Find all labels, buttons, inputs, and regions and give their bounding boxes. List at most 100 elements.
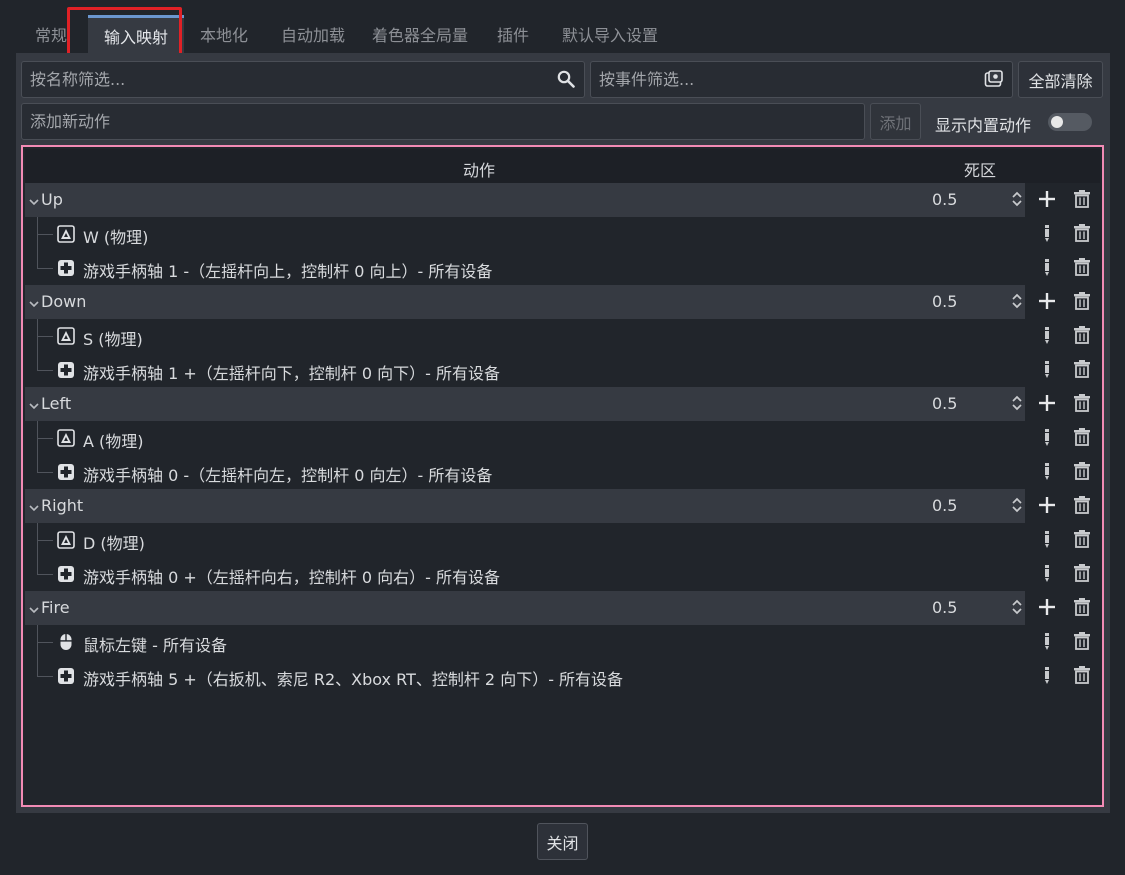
tab-plugins[interactable]: 插件 — [488, 15, 538, 53]
trash-icon[interactable] — [1072, 563, 1092, 587]
trash-icon[interactable] — [1072, 461, 1092, 485]
action-name: Right — [41, 496, 84, 515]
trash-icon[interactable] — [1072, 665, 1092, 689]
action-row[interactable]: Down 0.5 — [25, 285, 1100, 319]
tab-input-map[interactable]: 输入映射 — [88, 15, 184, 53]
event-row[interactable]: 游戏手柄轴 0 +（左摇杆向右，控制杆 0 向右）- 所有设备 — [25, 557, 1100, 591]
event-row[interactable]: 游戏手柄轴 1 -（左摇杆向上，控制杆 0 向上）- 所有设备 — [25, 251, 1100, 285]
trash-icon[interactable] — [1072, 257, 1092, 281]
joypad-icon — [57, 667, 75, 689]
spinner-icon[interactable] — [1011, 496, 1023, 518]
action-name: Fire — [41, 598, 70, 617]
event-row[interactable]: S (物理) — [25, 319, 1100, 353]
deadzone-value[interactable]: 0.5 — [932, 394, 957, 413]
pencil-icon[interactable] — [1037, 427, 1057, 451]
pencil-icon[interactable] — [1037, 359, 1057, 383]
event-label: S (物理) — [83, 330, 143, 349]
trash-icon[interactable] — [1072, 427, 1092, 451]
action-row[interactable]: Up 0.5 — [25, 183, 1100, 217]
trash-icon[interactable] — [1072, 223, 1092, 247]
event-label: 游戏手柄轴 0 +（左摇杆向右，控制杆 0 向右）- 所有设备 — [83, 568, 500, 587]
close-button[interactable]: 关闭 — [537, 823, 588, 860]
event-label: W (物理) — [83, 228, 149, 247]
action-row[interactable]: Right 0.5 — [25, 489, 1100, 523]
name-filter-input[interactable] — [30, 70, 576, 89]
tab-autoload[interactable]: 自动加载 — [268, 15, 358, 53]
deadzone-value[interactable]: 0.5 — [932, 190, 957, 209]
pencil-icon[interactable] — [1037, 223, 1057, 247]
event-label: 游戏手柄轴 1 -（左摇杆向上，控制杆 0 向上）- 所有设备 — [83, 262, 493, 281]
event-label: D (物理) — [83, 534, 145, 553]
joypad-icon — [57, 259, 75, 281]
tab-general[interactable]: 常规 — [20, 15, 82, 53]
search-icon[interactable] — [556, 69, 576, 89]
event-label: A (物理) — [83, 432, 144, 451]
new-action-input[interactable] — [30, 112, 856, 131]
pencil-icon[interactable] — [1037, 563, 1057, 587]
event-filter-input[interactable] — [599, 70, 1004, 89]
keyboard-icon — [57, 429, 75, 451]
trash-icon[interactable] — [1072, 291, 1092, 315]
action-row-background — [25, 285, 1025, 319]
trash-icon[interactable] — [1072, 597, 1092, 621]
action-name: Up — [41, 190, 63, 209]
tree-branch-line — [37, 421, 53, 455]
pencil-icon[interactable] — [1037, 665, 1057, 689]
deadzone-value[interactable]: 0.5 — [932, 598, 957, 617]
action-row[interactable]: Fire 0.5 — [25, 591, 1100, 625]
event-row[interactable]: A (物理) — [25, 421, 1100, 455]
spinner-icon[interactable] — [1011, 394, 1023, 416]
chevron-down-icon[interactable] — [29, 192, 39, 210]
tree-branch-line — [37, 557, 53, 575]
event-row[interactable]: W (物理) — [25, 217, 1100, 251]
tab-import-defaults[interactable]: 默认导入设置 — [548, 15, 672, 53]
event-row[interactable]: 鼠标左键 - 所有设备 — [25, 625, 1100, 659]
clear-all-button[interactable]: 全部清除 — [1018, 61, 1103, 98]
joypad-icon — [57, 463, 75, 485]
add-event-icon[interactable] — [1037, 597, 1057, 621]
add-event-icon[interactable] — [1037, 291, 1057, 315]
event-listen-icon[interactable] — [983, 69, 1005, 89]
trash-icon[interactable] — [1072, 631, 1092, 655]
trash-icon[interactable] — [1072, 189, 1092, 213]
trash-icon[interactable] — [1072, 359, 1092, 383]
spinner-icon[interactable] — [1011, 598, 1023, 620]
event-row[interactable]: D (物理) — [25, 523, 1100, 557]
action-name: Left — [41, 394, 72, 413]
pencil-icon[interactable] — [1037, 257, 1057, 281]
add-event-icon[interactable] — [1037, 393, 1057, 417]
pencil-icon[interactable] — [1037, 325, 1057, 349]
chevron-down-icon[interactable] — [29, 396, 39, 414]
event-row[interactable]: 游戏手柄轴 5 +（右扳机、索尼 R2、Xbox RT、控制杆 2 向下）- 所… — [25, 659, 1100, 693]
pencil-icon[interactable] — [1037, 461, 1057, 485]
action-row[interactable]: Left 0.5 — [25, 387, 1100, 421]
event-row[interactable]: 游戏手柄轴 0 -（左摇杆向左，控制杆 0 向左）- 所有设备 — [25, 455, 1100, 489]
chevron-down-icon[interactable] — [29, 600, 39, 618]
new-action-field[interactable] — [21, 103, 865, 140]
action-tree: 动作 死区 Up 0.5 W (物理) 游戏手柄轴 1 -（左摇杆向上，控制杆 0 向… — [21, 145, 1104, 807]
deadzone-value[interactable]: 0.5 — [932, 496, 957, 515]
name-filter-field[interactable] — [21, 61, 585, 98]
tab-localization[interactable]: 本地化 — [186, 15, 262, 53]
pencil-icon[interactable] — [1037, 631, 1057, 655]
trash-icon[interactable] — [1072, 325, 1092, 349]
trash-icon[interactable] — [1072, 529, 1092, 553]
add-event-icon[interactable] — [1037, 189, 1057, 213]
add-action-button[interactable]: 添加 — [870, 103, 921, 140]
tab-shader-globals[interactable]: 着色器全局量 — [362, 15, 478, 53]
event-filter-field[interactable] — [590, 61, 1013, 98]
spinner-icon[interactable] — [1011, 292, 1023, 314]
deadzone-value[interactable]: 0.5 — [932, 292, 957, 311]
pencil-icon[interactable] — [1037, 529, 1057, 553]
event-row[interactable]: 游戏手柄轴 1 +（左摇杆向下，控制杆 0 向下）- 所有设备 — [25, 353, 1100, 387]
trash-icon[interactable] — [1072, 495, 1092, 519]
trash-icon[interactable] — [1072, 393, 1092, 417]
chevron-down-icon[interactable] — [29, 498, 39, 516]
chevron-down-icon[interactable] — [29, 294, 39, 312]
tree-branch-line — [37, 319, 53, 353]
show-builtin-toggle[interactable] — [1048, 113, 1092, 131]
mouse-icon — [57, 633, 75, 655]
add-event-icon[interactable] — [1037, 495, 1057, 519]
tree-branch-line — [37, 625, 53, 659]
spinner-icon[interactable] — [1011, 190, 1023, 212]
